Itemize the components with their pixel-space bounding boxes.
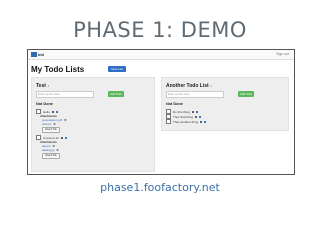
todo-text: Do this thing [173, 109, 190, 114]
attachment-item[interactable]: todo.txt ✖ [42, 122, 56, 126]
attach-file-button[interactable]: Attach File [42, 153, 60, 159]
list-title-text: Test [36, 83, 46, 89]
delete-icon[interactable] [200, 120, 203, 123]
attachment-icon[interactable] [55, 110, 58, 113]
todo-list-panel: Another Todo List ↕ Enter up the todo Ad… [161, 77, 289, 131]
list-title[interactable]: Another Todo List ↕ [166, 83, 212, 89]
attach-file-button[interactable]: Attach File [42, 127, 60, 133]
attachment-icon[interactable] [204, 120, 207, 123]
section-not-done: Not Done [36, 102, 53, 106]
app-screenshot: bbl Sign out My Todo Lists New List Test… [27, 49, 295, 175]
footer-url[interactable]: phase1.foofactory.net [0, 181, 320, 194]
todo-input[interactable]: Enter up the todo [36, 91, 94, 98]
delete-icon[interactable] [195, 115, 198, 118]
todo-text: Then that thing [173, 114, 194, 119]
remove-attachment-icon[interactable]: ✖ [64, 118, 67, 122]
remove-attachment-icon[interactable]: ✖ [56, 148, 59, 152]
delete-icon[interactable] [61, 136, 64, 139]
attachment-icon[interactable] [199, 115, 202, 118]
remove-attachment-icon[interactable]: ✖ [53, 122, 56, 126]
todo-text: A todo to do [43, 135, 60, 140]
delete-icon[interactable] [191, 110, 194, 113]
app-logo-text[interactable]: bbl [38, 52, 44, 57]
slide-title: PHASE 1: DEMO [73, 18, 247, 42]
add-todo-button[interactable]: Add Todo [238, 91, 254, 97]
todo-text: Then another thing [173, 119, 199, 124]
app-logo-icon[interactable] [31, 52, 37, 57]
new-list-button[interactable]: New List [108, 66, 126, 72]
attachment-link[interactable]: todo.txt [42, 122, 51, 126]
chevron-up-down-icon[interactable]: ↕ [210, 84, 212, 88]
chevron-up-down-icon[interactable]: ↕ [47, 84, 49, 88]
todo-list-panel: Test ↕ Enter up the todo Add Todo Not Do… [31, 77, 155, 172]
attachment-item[interactable]: aaaaa.jpg ✖ [42, 148, 59, 152]
add-todo-button[interactable]: Add Todo [108, 91, 124, 97]
attachment-icon[interactable] [195, 110, 198, 113]
attachment-link[interactable]: aaaaa.jpg [42, 148, 54, 152]
list-title[interactable]: Test ↕ [36, 83, 49, 89]
todo-checkbox[interactable] [166, 119, 171, 124]
top-navbar: bbl Sign out [28, 50, 294, 60]
list-title-text: Another Todo List [166, 83, 209, 89]
delete-icon[interactable] [51, 110, 54, 113]
page-title: My Todo Lists [31, 65, 85, 74]
section-not-done: Not Done [166, 102, 183, 106]
todo-item[interactable]: Then another thing [166, 119, 207, 124]
todo-input[interactable]: Enter up the todo [166, 91, 224, 98]
sign-out-link[interactable]: Sign out [276, 52, 289, 56]
attachment-icon[interactable] [65, 136, 68, 139]
todo-text: Hello [43, 109, 50, 114]
